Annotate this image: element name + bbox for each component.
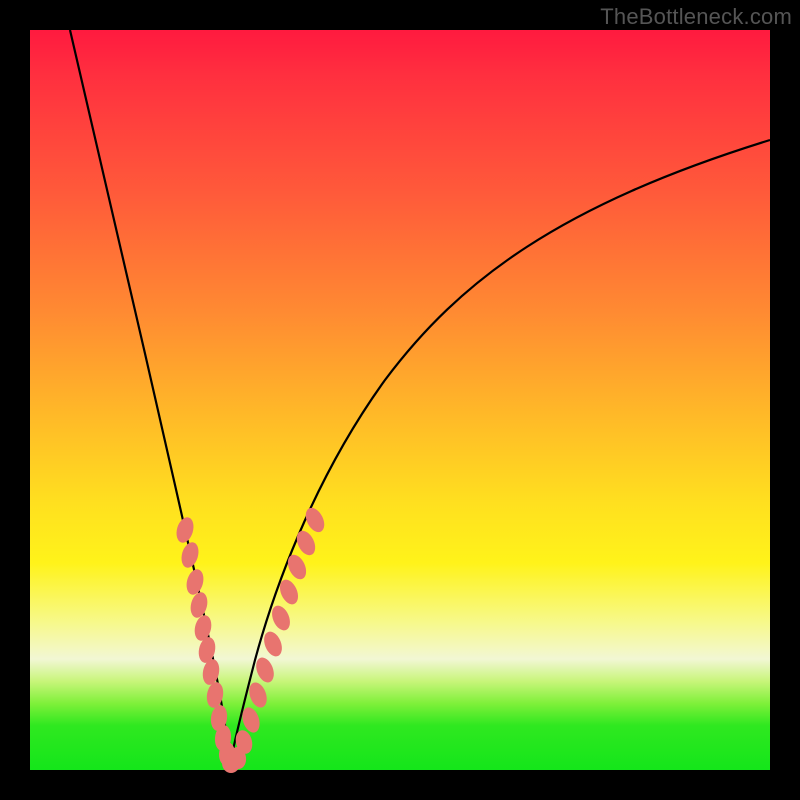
bead	[261, 629, 286, 659]
curve-layer	[30, 30, 770, 770]
bead	[253, 655, 277, 685]
bead	[293, 528, 319, 558]
curve-right	[230, 140, 770, 766]
bead	[269, 603, 294, 633]
bead	[184, 567, 206, 596]
bead	[174, 515, 197, 544]
chart-frame: TheBottleneck.com	[0, 0, 800, 800]
bead	[284, 552, 309, 582]
watermark-text: TheBottleneck.com	[600, 4, 792, 30]
bead-group	[174, 505, 328, 773]
bead	[188, 590, 210, 619]
bead	[179, 540, 202, 569]
plot-area	[30, 30, 770, 770]
